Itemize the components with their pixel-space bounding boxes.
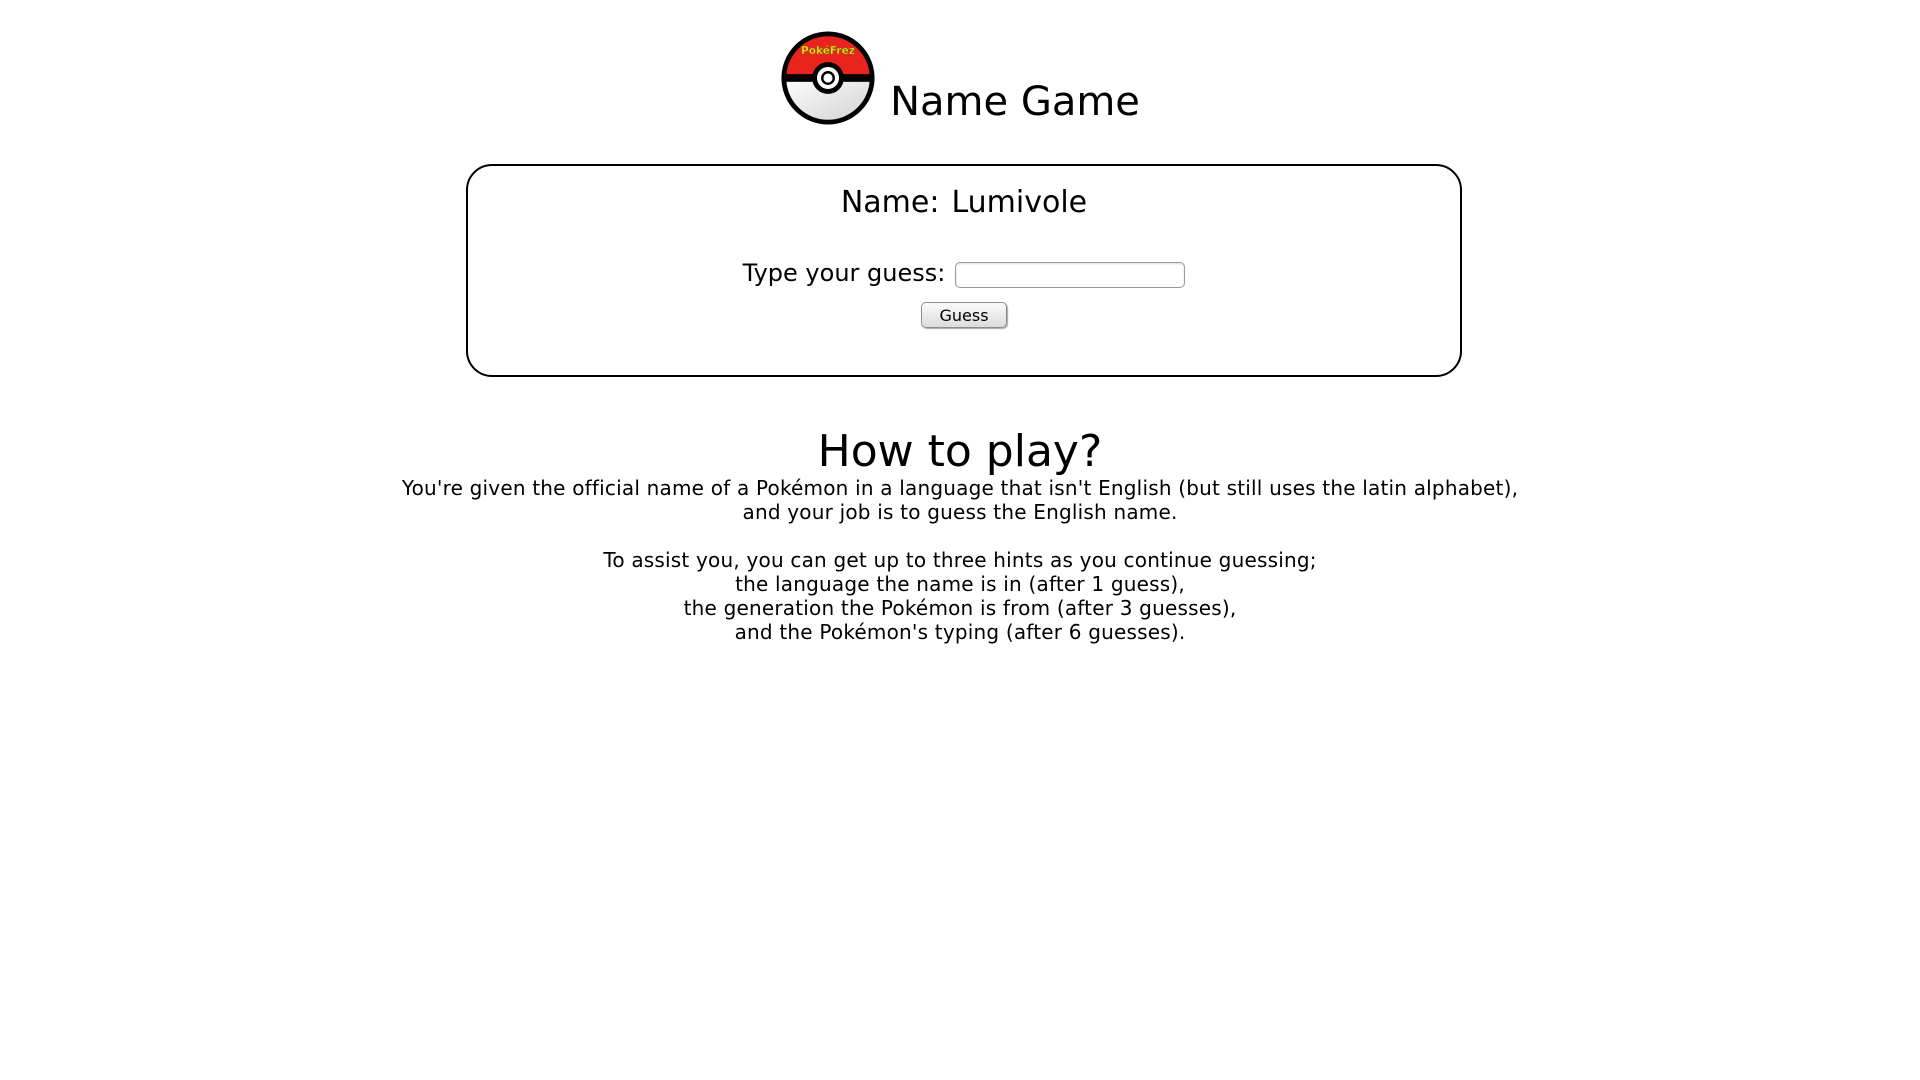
guess-input[interactable]	[955, 262, 1186, 288]
pokemon-name: Lumivole	[951, 185, 1088, 220]
guess-label: Type your guess:	[742, 259, 946, 287]
guess-row: Type your guess:	[468, 258, 1460, 288]
name-label: Name:	[840, 185, 940, 220]
guess-button[interactable]: Guess	[921, 302, 1007, 328]
instructions-line: You're given the official name of a Poké…	[401, 476, 1519, 500]
guess-button-row: Guess	[468, 302, 1460, 328]
page-header: PokéFrez Name Game	[0, 30, 1920, 126]
instructions-title: How to play?	[817, 426, 1103, 477]
game-panel: Name: Lumivole Type your guess: Guess	[466, 164, 1462, 377]
logo-text: PokéFrez	[801, 45, 855, 57]
instructions-line: and your job is to guess the English nam…	[742, 500, 1178, 524]
instructions-line: the language the name is in (after 1 gue…	[735, 572, 1185, 596]
instructions-section: How to play? You're given the official n…	[0, 426, 1920, 645]
instructions-text: You're given the official name of a Poké…	[0, 476, 1920, 644]
instructions-line: and the Pokémon's typing (after 6 guesse…	[734, 620, 1186, 644]
instructions-line: To assist you, you can get up to three h…	[603, 548, 1317, 572]
page: PokéFrez Name Game Name: Lumivole Type yo…	[0, 0, 1920, 1080]
pokemon-name-row: Name: Lumivole	[468, 184, 1460, 222]
instructions-line: the generation the Pokémon is from (afte…	[683, 596, 1237, 620]
pokeball-icon: PokéFrez	[781, 31, 875, 125]
page-title: Name Game	[890, 79, 1140, 125]
